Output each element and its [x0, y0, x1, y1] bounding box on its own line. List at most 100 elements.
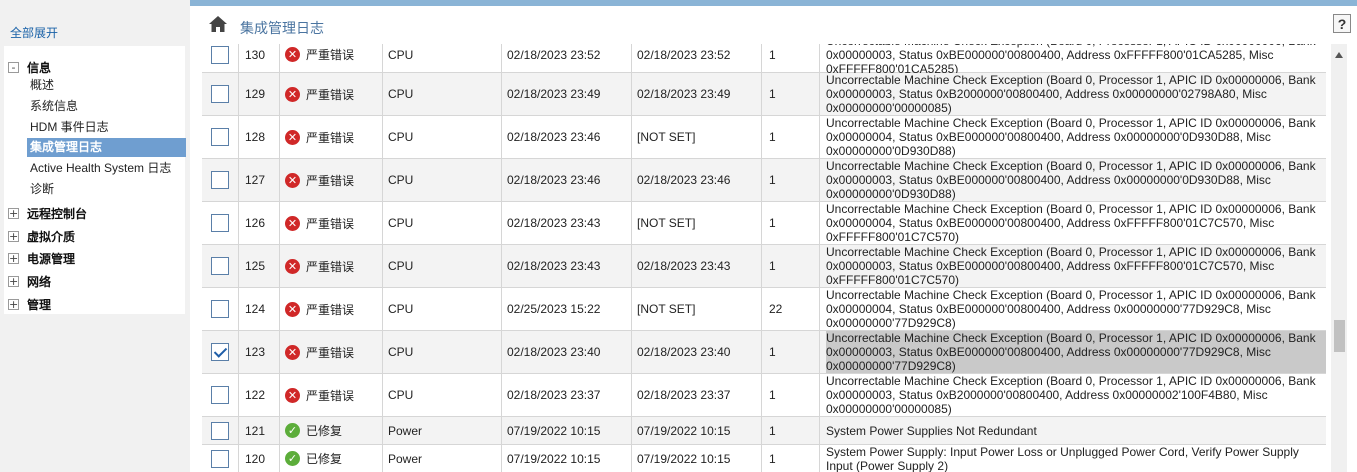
last-update-cell: 02/18/2023 23:46: [502, 159, 632, 201]
last-update-cell: 02/18/2023 23:40: [502, 331, 632, 373]
table-row[interactable]: 124 ✕ 严重错误 CPU 02/25/2023 15:22 [NOT SET] 22 Un…: [202, 288, 1326, 331]
expand-icon[interactable]: +: [8, 207, 19, 219]
checkbox-cell: [202, 288, 239, 330]
nav-item-active-health-log[interactable]: Active Health System 日志: [30, 159, 171, 178]
table-row[interactable]: 126 ✕ 严重错误 CPU 02/18/2023 23:43 [NOT SET] 1 Unc…: [202, 202, 1326, 245]
description-text: Uncorrectable Machine Check Exception (B…: [826, 73, 1316, 115]
class-cell: CPU: [383, 374, 502, 416]
expand-icon[interactable]: +: [8, 275, 19, 287]
class-cell: CPU: [383, 116, 502, 158]
collapse-icon[interactable]: -: [8, 61, 19, 73]
row-checkbox[interactable]: [211, 421, 229, 440]
description-cell: System Power Supplies Not Redundant: [820, 417, 1326, 444]
class-cell: CPU: [383, 288, 502, 330]
critical-error-icon: ✕: [285, 344, 300, 360]
class-cell: CPU: [383, 159, 502, 201]
nav-group-network[interactable]: + 网络: [8, 272, 51, 290]
nav-item-integrated-management-log[interactable]: 集成管理日志: [27, 138, 186, 157]
count-cell: 22: [762, 288, 820, 330]
severity-label: 严重错误: [306, 216, 355, 231]
scroll-thumb[interactable]: [1334, 320, 1345, 352]
row-checkbox[interactable]: [211, 343, 229, 361]
severity-cell: ✕ 严重错误: [280, 159, 383, 201]
count-cell: 1: [762, 44, 820, 72]
id-cell: 120: [239, 445, 280, 472]
row-checkbox[interactable]: [211, 85, 229, 103]
last-update-cell: 07/19/2022 10:15: [502, 445, 632, 472]
table-row[interactable]: 127 ✕ 严重错误 CPU 02/18/2023 23:46 02/18/2023 23…: [202, 159, 1326, 202]
nav-group-admin[interactable]: + 管理: [8, 295, 51, 313]
class-cell: Power: [383, 445, 502, 472]
nav-item-overview[interactable]: 概述: [30, 76, 54, 95]
table-row[interactable]: 128 ✕ 严重错误 CPU 02/18/2023 23:46 [NOT SET] 1 Unc…: [202, 116, 1326, 159]
row-checkbox[interactable]: [211, 257, 229, 275]
vertical-scrollbar[interactable]: [1331, 44, 1347, 472]
id-cell: 127: [239, 159, 280, 201]
row-checkbox[interactable]: [211, 128, 229, 146]
table-row[interactable]: 125 ✕ 严重错误 CPU 02/18/2023 23:43 02/18/2023 23…: [202, 245, 1326, 288]
severity-cell: ✓ 已修复: [280, 417, 383, 444]
severity-cell: ✕ 严重错误: [280, 374, 383, 416]
id-cell: 129: [239, 73, 280, 115]
description-cell: System Power Supply: Input Power Loss or…: [820, 445, 1326, 472]
row-checkbox[interactable]: [211, 386, 229, 404]
nav-group-label: 网络: [27, 274, 52, 289]
nav-item-system-info[interactable]: 系统信息: [30, 97, 78, 116]
row-checkbox[interactable]: [211, 214, 229, 232]
nav-group-label: 信息: [27, 60, 52, 75]
nav-item-diagnostics[interactable]: 诊断: [30, 180, 54, 199]
last-update-cell: 07/19/2022 10:15: [502, 417, 632, 444]
description-cell: Uncorrectable Machine Check Exception (B…: [820, 73, 1326, 115]
severity-label: 严重错误: [306, 388, 355, 403]
table-row[interactable]: 129 ✕ 严重错误 CPU 02/18/2023 23:49 02/18/2023 23…: [202, 73, 1326, 116]
table-row[interactable]: 121 ✓ 已修复 Power 07/19/2022 10:15 07/19/2022 1…: [202, 417, 1326, 445]
checkbox-cell: [202, 374, 239, 416]
severity-label: 严重错误: [306, 87, 355, 102]
severity-cell: ✕ 严重错误: [280, 245, 383, 287]
nav-item-hdm-event-log[interactable]: HDM 事件日志: [30, 118, 109, 137]
nav-group-power[interactable]: + 电源管理: [8, 249, 75, 267]
help-button[interactable]: ?: [1333, 14, 1351, 33]
row-checkbox[interactable]: [211, 45, 229, 64]
severity-label: 严重错误: [306, 173, 355, 188]
expand-all-link[interactable]: 全部展开: [10, 24, 58, 41]
description-cell: Uncorrectable Machine Check Exception (B…: [820, 374, 1326, 416]
top-accent-bar: [0, 0, 1357, 6]
table-row[interactable]: 130 ✕ 严重错误 CPU 02/18/2023 23:52 02/18/2023 23…: [202, 44, 1326, 76]
critical-error-icon: ✕: [285, 86, 300, 102]
id-cell: 121: [239, 417, 280, 444]
initial-update-cell: 07/19/2022 10:15: [632, 445, 762, 472]
repaired-check-icon: ✓: [285, 423, 300, 438]
checkbox-cell: [202, 73, 239, 115]
severity-label: 严重错误: [306, 345, 355, 360]
last-update-cell: 02/18/2023 23:37: [502, 374, 632, 416]
initial-update-cell: 02/18/2023 23:43: [632, 245, 762, 287]
severity-label: 严重错误: [306, 48, 355, 62]
table-row[interactable]: 120 ✓ 已修复 Power 07/19/2022 10:15 07/19/2022 1…: [202, 445, 1326, 472]
row-checkbox[interactable]: [211, 300, 229, 318]
description-text: Uncorrectable Machine Check Exception (B…: [826, 116, 1316, 158]
table-row[interactable]: 122 ✕ 严重错误 CPU 02/18/2023 23:37 02/18/2023 23…: [202, 374, 1326, 417]
checkbox-cell: [202, 331, 239, 373]
home-icon[interactable]: [208, 15, 228, 33]
count-cell: 1: [762, 73, 820, 115]
nav-group-info[interactable]: - 信息: [8, 58, 51, 76]
row-checkbox[interactable]: [211, 449, 229, 468]
table-row[interactable]: 123 ✕ 严重错误 CPU 02/18/2023 23:40 02/18/2023 23…: [202, 331, 1326, 374]
row-checkbox[interactable]: [211, 171, 229, 189]
id-cell: 128: [239, 116, 280, 158]
scroll-up-icon[interactable]: [1335, 52, 1343, 58]
expand-icon[interactable]: +: [8, 252, 19, 264]
expand-icon[interactable]: +: [8, 298, 19, 310]
class-cell: CPU: [383, 44, 502, 72]
critical-error-icon: ✕: [285, 215, 300, 231]
class-cell: CPU: [383, 245, 502, 287]
count-cell: 1: [762, 374, 820, 416]
nav-group-remote-console[interactable]: + 远程控制台: [8, 204, 87, 222]
nav-group-virtual-media[interactable]: + 虚拟介质: [8, 227, 75, 245]
expand-icon[interactable]: +: [8, 230, 19, 242]
severity-label: 已修复: [306, 452, 343, 466]
last-update-cell: 02/18/2023 23:52: [502, 44, 632, 72]
description-text: Uncorrectable Machine Check Exception (B…: [826, 159, 1316, 201]
last-update-cell: 02/18/2023 23:46: [502, 116, 632, 158]
